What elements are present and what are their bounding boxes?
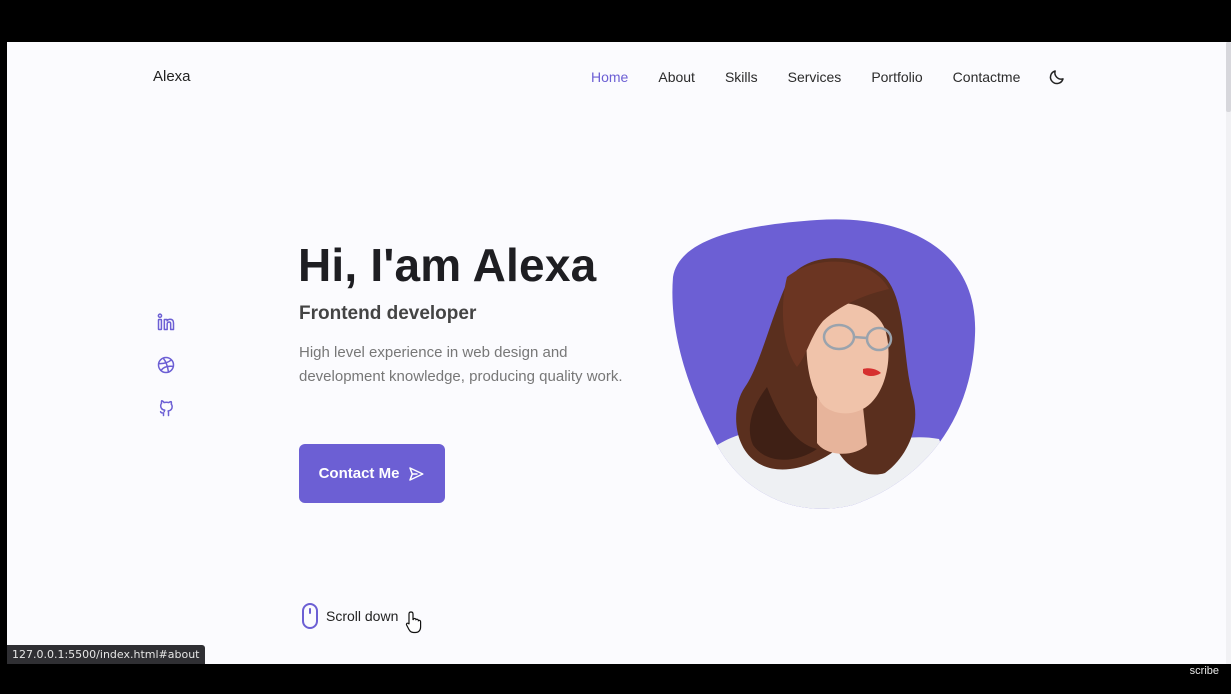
scroll-down-label: Scroll down	[326, 608, 399, 624]
main-nav: Home About Skills Services Portfolio Con…	[591, 68, 1066, 86]
scrollbar[interactable]	[1226, 42, 1231, 664]
hero-description: High level experience in web design and …	[299, 344, 623, 385]
hero-subtitle: Frontend developer	[299, 303, 477, 324]
nav-about[interactable]: About	[658, 69, 695, 85]
nav-contactme[interactable]: Contactme	[953, 69, 1021, 85]
scrollbar-thumb[interactable]	[1226, 42, 1231, 112]
mouse-icon	[302, 603, 318, 629]
hero-title: Hi, I'am Alexa	[298, 239, 597, 291]
nav-skills[interactable]: Skills	[725, 69, 758, 85]
nav-portfolio[interactable]: Portfolio	[871, 69, 922, 85]
nav-home[interactable]: Home	[591, 69, 628, 85]
dribbble-icon[interactable]	[156, 355, 176, 375]
hand-cursor-icon	[405, 611, 422, 634]
nav-services[interactable]: Services	[788, 69, 842, 85]
contact-me-label: Contact Me	[318, 465, 400, 482]
browser-viewport: Alexa Home About Skills Services Portfol…	[7, 42, 1231, 664]
site-logo[interactable]: Alexa	[153, 68, 191, 85]
social-links	[156, 312, 176, 441]
watermark: scribe	[1189, 665, 1219, 677]
github-icon[interactable]	[156, 398, 176, 418]
send-icon	[409, 466, 424, 481]
moon-icon[interactable]	[1048, 68, 1066, 86]
contact-me-button[interactable]: Contact Me	[299, 444, 445, 503]
status-bar-url: 127.0.0.1:5500/index.html#about	[7, 645, 205, 664]
linkedin-icon[interactable]	[156, 312, 176, 332]
scroll-down-link[interactable]: Scroll down	[301, 602, 398, 630]
hero-portrait	[672, 219, 976, 509]
